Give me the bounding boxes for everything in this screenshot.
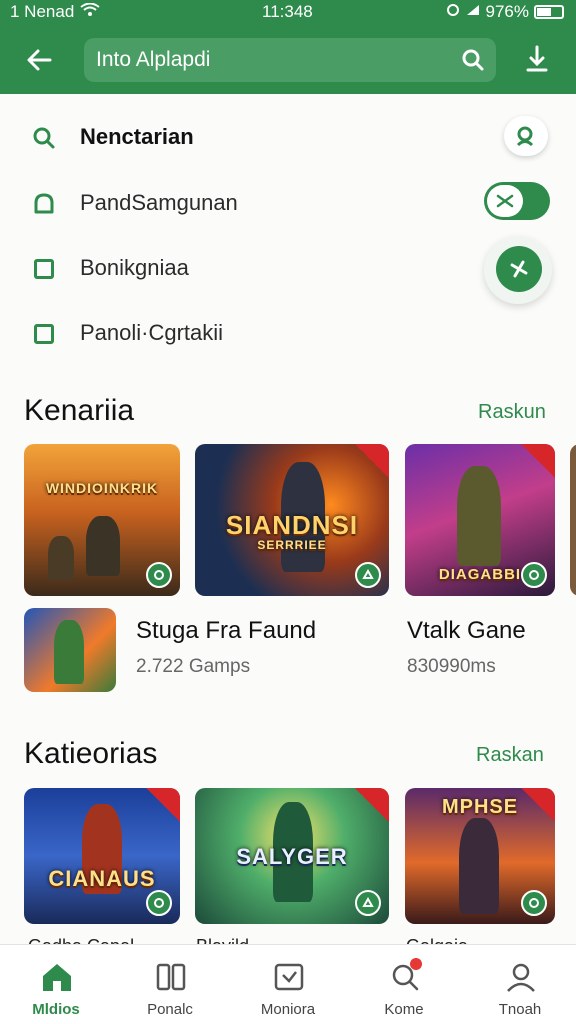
bell-icon: [30, 190, 58, 218]
nav-item-profile[interactable]: Tnoah: [472, 945, 568, 1024]
nav-label: Kome: [384, 1001, 424, 1018]
nav-item-library[interactable]: Ponalc: [122, 945, 218, 1024]
nav-label: Mldios: [32, 1001, 80, 1018]
battery-label: 976%: [485, 2, 529, 21]
hot-tag: [521, 444, 555, 478]
game-title[interactable]: Vtalk Gane: [407, 617, 526, 645]
shuffle-icon: [510, 260, 528, 278]
games-icon: [272, 961, 306, 993]
game-card[interactable]: CIANAUS: [24, 788, 180, 924]
game-thumbnail[interactable]: [24, 608, 116, 692]
game-badge-icon: [355, 890, 381, 916]
menu-item-nenctarian[interactable]: Nenctarian: [0, 108, 576, 168]
search-icon: [30, 124, 58, 152]
character-figure: [86, 516, 120, 576]
game-badge-icon: [146, 562, 172, 588]
floating-action-button[interactable]: [484, 236, 552, 304]
status-right: 976%: [446, 2, 564, 22]
game-card-title: CIANAUS: [48, 866, 156, 891]
nav-label: Moniora: [260, 1001, 316, 1018]
notification-dot: [410, 958, 422, 970]
status-bar: 1 Nenad 11:348 976%: [0, 0, 576, 26]
game-card[interactable]: WINDIOINKRIK: [24, 444, 180, 596]
see-all-link[interactable]: Raskun: [478, 401, 546, 424]
menu-item-panoli-cgrtakii[interactable]: Panoli·Cgrtakii: [0, 304, 576, 364]
game-card[interactable]: SALYGER: [195, 788, 389, 924]
profile-search-button[interactable]: [504, 116, 548, 156]
home-icon: [40, 961, 74, 993]
game-badge-icon: [146, 890, 172, 916]
toggle-knob: [487, 185, 523, 217]
section-title: Kenariia: [24, 394, 135, 427]
square-icon: [30, 320, 58, 348]
nav-item-home[interactable]: Mldios: [8, 945, 104, 1024]
game-card-title: WINDIOINKRIK: [45, 480, 159, 496]
menu-item-label: PandSamgunan: [80, 190, 238, 215]
character-figure: [457, 466, 501, 566]
shuffle-icon: [496, 194, 514, 208]
nav-item-notifications[interactable]: Kome: [356, 945, 452, 1024]
search-icon[interactable]: [460, 47, 486, 78]
notification-search-icon: [388, 958, 422, 993]
fab-inner: [496, 246, 542, 292]
hot-tag: [355, 788, 389, 822]
carrier-label: 1 Nenad: [10, 2, 75, 21]
see-all-link[interactable]: Raskan: [476, 744, 544, 767]
app-header: 1 Nenad 11:348 976% Into Alplapdi: [0, 0, 576, 94]
character-figure: [459, 818, 499, 914]
sync-icon: [446, 2, 460, 22]
nav-label: Ponalc: [147, 1001, 193, 1018]
download-icon[interactable]: [520, 42, 554, 81]
section-title: Katieorias: [24, 737, 158, 770]
hot-tag: [355, 444, 389, 478]
game-card-partial[interactable]: [570, 444, 576, 596]
hot-tag: [521, 788, 555, 822]
game-card-title: SALYGER: [236, 844, 348, 869]
user-search-icon: [516, 126, 534, 147]
nav-item-games[interactable]: Moniora: [240, 945, 336, 1024]
search-input[interactable]: Into Alplapdi: [84, 38, 496, 82]
game-title[interactable]: Stuga Fra Faund: [136, 617, 316, 645]
game-badge-icon: [521, 890, 547, 916]
status-time: 11:348: [262, 2, 313, 21]
game-downloads: 2.722 Gamps: [136, 656, 251, 677]
toggle-switch[interactable]: [484, 182, 550, 220]
game-card[interactable]: MPHSE: [405, 788, 555, 924]
wifi-icon: [80, 2, 100, 22]
search-text: Into Alplapdi: [96, 48, 211, 71]
game-card-subtitle: SERRRIEE: [257, 538, 327, 552]
game-badge-icon: [355, 562, 381, 588]
game-card[interactable]: SIANDNSI SERRRIEE: [195, 444, 389, 596]
game-card-title: SIANDNSI: [225, 510, 359, 540]
library-icon: [154, 961, 188, 993]
game-downloads: 830990ms: [407, 656, 496, 677]
menu-item-label: Bonikgniaa: [80, 255, 189, 280]
game-badge-icon: [521, 562, 547, 588]
signal-icon: [465, 2, 481, 22]
game-card[interactable]: DIAGABBI: [405, 444, 555, 596]
status-left: 1 Nenad: [10, 2, 100, 22]
menu-item-label: Panoli·Cgrtakii: [80, 320, 224, 345]
hot-tag: [146, 788, 180, 822]
character-figure: [48, 536, 74, 580]
square-icon: [30, 255, 58, 283]
bottom-nav: Mldios Ponalc Moniora Kome Tnoah: [0, 944, 576, 1024]
profile-icon: [504, 961, 538, 993]
back-arrow-icon[interactable]: [22, 42, 58, 78]
battery-icon: [534, 5, 564, 19]
nav-label: Tnoah: [498, 1001, 542, 1018]
character-figure: [54, 620, 84, 684]
menu-item-label: Nenctarian: [80, 124, 194, 149]
